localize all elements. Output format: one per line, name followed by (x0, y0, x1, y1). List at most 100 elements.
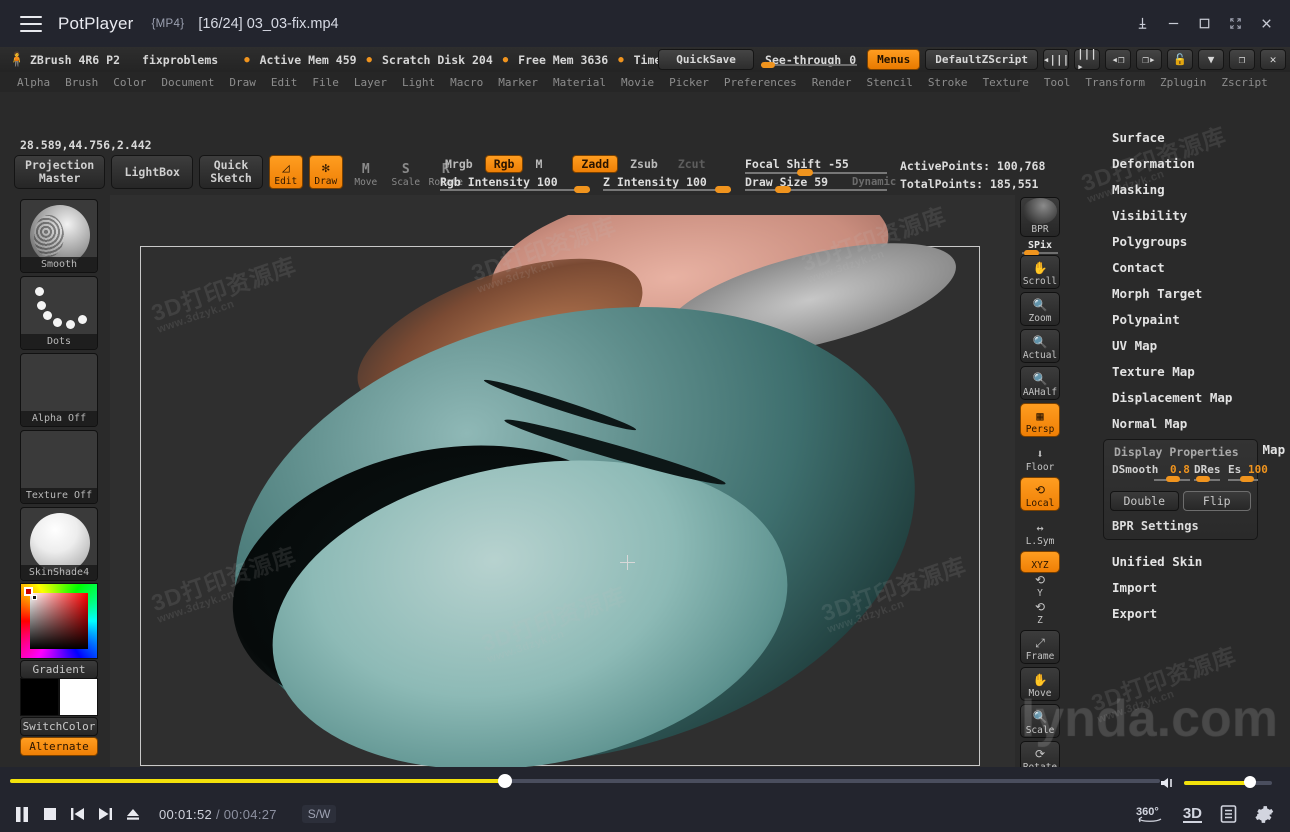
zbrush-menu-alpha[interactable]: Alpha (10, 75, 57, 90)
zbrush-menu-movie[interactable]: Movie (614, 75, 661, 90)
previous-icon[interactable] (70, 807, 85, 821)
focal-shift-track[interactable] (745, 172, 887, 174)
eject-icon[interactable] (126, 807, 140, 821)
hamburger-icon[interactable] (20, 15, 42, 32)
zbrush-menu-layer[interactable]: Layer (347, 75, 394, 90)
dres-knob[interactable] (1196, 476, 1210, 482)
zbrush-menu-tool[interactable]: Tool (1037, 75, 1078, 90)
menu-item-import[interactable]: Import (1100, 575, 1290, 601)
menu-item-export[interactable]: Export (1100, 601, 1290, 627)
material-palette-item[interactable]: SkinShade4 (20, 507, 98, 581)
m-toggle[interactable]: M (527, 156, 550, 172)
gradient-button[interactable]: Gradient (20, 660, 98, 679)
see-through-slider[interactable]: See-through 0 (759, 53, 862, 68)
lock-icon[interactable]: 🔓 (1167, 49, 1193, 70)
3d-icon[interactable]: 3D (1182, 806, 1202, 823)
move-mode-button[interactable]: M Move (349, 155, 383, 189)
rotate-button[interactable]: ⟳ Rotate (1020, 741, 1060, 767)
zbrush-menu-brush[interactable]: Brush (58, 75, 105, 90)
stop-icon[interactable] (43, 807, 57, 821)
zbrush-menu-stencil[interactable]: Stencil (859, 75, 919, 90)
lsym-button[interactable]: ↔ L.Sym (1020, 514, 1060, 548)
rotate-z-button[interactable]: ⟲ Z (1020, 600, 1060, 627)
xyz-button[interactable]: XYZ (1020, 551, 1060, 573)
zoom-button[interactable]: 🔍 Zoom (1020, 292, 1060, 326)
dsmooth-knob[interactable] (1166, 476, 1180, 482)
rgb-toggle[interactable]: Rgb (484, 155, 524, 173)
alpha-palette-item[interactable]: Alpha Off (20, 353, 98, 427)
move-button[interactable]: ✋ Move (1020, 667, 1060, 701)
zbrush-menu-color[interactable]: Color (106, 75, 153, 90)
color-swatches[interactable] (20, 678, 98, 716)
menus-button[interactable]: Menus (867, 49, 921, 70)
rgb-intensity-track[interactable] (440, 189, 590, 191)
next-icon[interactable] (98, 807, 113, 821)
video-surface[interactable]: 🧍 ZBrush 4R6 P2 fixproblems ● Active Mem… (0, 47, 1290, 767)
frame-button[interactable]: ⤢ Frame (1020, 630, 1060, 664)
zcut-toggle[interactable]: Zcut (670, 156, 714, 172)
aahalf-button[interactable]: 🔍 AAHalf (1020, 366, 1060, 400)
double-button[interactable]: Double (1110, 491, 1179, 511)
persp-button[interactable]: ▦ Persp (1020, 403, 1060, 437)
scroll-left-icon[interactable]: ◂||| (1043, 49, 1069, 70)
texture-palette-item[interactable]: Texture Off (20, 430, 98, 504)
menu-item-displacement-map[interactable]: Displacement Map (1100, 385, 1290, 411)
close-icon[interactable] (1251, 9, 1282, 39)
flip-button[interactable]: Flip (1182, 491, 1251, 511)
playlist-icon[interactable] (1220, 805, 1237, 823)
spix-slider[interactable]: SPix (1020, 240, 1060, 256)
scale-mode-button[interactable]: S Scale (389, 155, 423, 189)
switchcolor-button[interactable]: SwitchColor (20, 717, 98, 736)
z-intensity-knob[interactable] (715, 186, 731, 193)
zbrush-menu-picker[interactable]: Picker (662, 75, 716, 90)
alternate-button[interactable]: Alternate (20, 737, 98, 756)
es-knob[interactable] (1240, 476, 1254, 482)
maximize-icon[interactable] (1189, 9, 1220, 39)
scale-button[interactable]: 🔍 Scale (1020, 704, 1060, 738)
brush-palette-item[interactable]: Smooth (20, 199, 98, 273)
zbrush-menu-marker[interactable]: Marker (491, 75, 545, 90)
quick-sketch-button[interactable]: Quick Sketch (199, 155, 263, 189)
close-zbrush-icon[interactable]: ✕ (1260, 49, 1286, 70)
menu-item-polypaint[interactable]: Polypaint (1100, 307, 1290, 333)
scroll-button[interactable]: ✋ Scroll (1020, 255, 1060, 289)
mrgb-toggle[interactable]: Mrgb (437, 156, 481, 172)
zbrush-menu-transform[interactable]: Transform (1078, 75, 1152, 90)
zbrush-menu-file[interactable]: File (305, 75, 346, 90)
seek-bar[interactable] (10, 774, 1160, 788)
zadd-toggle[interactable]: Zadd (572, 155, 619, 173)
menu-item-deformation[interactable]: Deformation (1100, 151, 1290, 177)
primary-color-swatch[interactable] (20, 678, 59, 716)
zbrush-menu-zscript[interactable]: Zscript (1214, 75, 1274, 90)
floor-button[interactable]: ⬇ Floor (1020, 440, 1060, 474)
next-subtool-icon[interactable]: ❐▸ (1136, 49, 1162, 70)
zbrush-menu-texture[interactable]: Texture (976, 75, 1036, 90)
minimize-icon[interactable] (1158, 9, 1189, 39)
actual-button[interactable]: 🔍 Actual (1020, 329, 1060, 363)
restore-zbrush-icon[interactable]: ❐ (1229, 49, 1255, 70)
pause-icon[interactable] (14, 806, 30, 823)
draw-mode-button[interactable]: ✻ Draw (308, 155, 343, 189)
edit-mode-button[interactable]: ◿ Edit (268, 155, 303, 189)
color-picker-field[interactable] (30, 593, 88, 649)
zsub-toggle[interactable]: Zsub (622, 156, 666, 172)
minimize-zbrush-icon[interactable]: ▼ (1198, 49, 1224, 70)
lightbox-button[interactable]: LightBox (111, 155, 194, 189)
volume-icon[interactable] (1158, 775, 1176, 791)
menu-item-visibility[interactable]: Visibility (1100, 203, 1290, 229)
sw-badge[interactable]: S/W (301, 805, 337, 823)
prev-subtool-icon[interactable]: ◂❐ (1105, 49, 1131, 70)
seek-handle[interactable] (497, 774, 512, 788)
menu-item-masking[interactable]: Masking (1100, 177, 1290, 203)
projection-master-button[interactable]: Projection Master (14, 155, 106, 189)
menu-item-unified-skin[interactable]: Unified Skin (1100, 549, 1290, 575)
zbrush-menu-render[interactable]: Render (805, 75, 859, 90)
stroke-palette-item[interactable]: Dots (20, 276, 98, 350)
zbrush-menu-stroke[interactable]: Stroke (921, 75, 975, 90)
menu-item-contact[interactable]: Contact (1100, 255, 1290, 281)
draw-size-knob[interactable] (775, 186, 791, 193)
bpr-settings-item[interactable]: BPR Settings (1104, 517, 1257, 539)
menu-item-surface[interactable]: Surface (1100, 125, 1290, 151)
rgb-intensity-knob[interactable] (574, 186, 590, 193)
zbrush-menu-draw[interactable]: Draw (222, 75, 263, 90)
